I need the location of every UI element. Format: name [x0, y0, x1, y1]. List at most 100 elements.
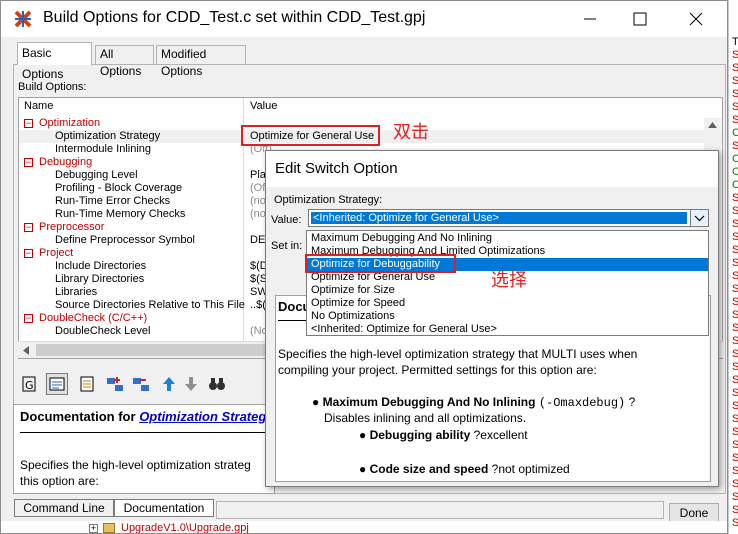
toolbar: G — [18, 371, 268, 397]
expand-box[interactable]: + — [89, 524, 98, 533]
documentation-panel: Documentation for Optimization Strateg S… — [13, 404, 275, 494]
maximize-icon[interactable] — [628, 7, 652, 31]
close-icon[interactable] — [684, 7, 708, 31]
tree-option-value[interactable]: ..$( — [250, 299, 266, 312]
minimize-icon[interactable] — [578, 7, 602, 31]
move-up-button[interactable] — [158, 373, 180, 395]
add-option-button[interactable] — [104, 373, 126, 395]
background-row-char: S — [732, 335, 738, 348]
background-project-strip: + UpgradeV1.0\Upgrade.gpj — [1, 521, 727, 533]
background-row-char: S — [732, 101, 738, 114]
doc-divider — [20, 432, 274, 433]
background-row-char: S — [732, 205, 738, 218]
tab-all-options[interactable]: All Options — [95, 45, 154, 78]
tree-toggle-icon: G — [22, 376, 36, 392]
bullet-max-debug-desc: Disables inlining and all optimizations. — [324, 411, 527, 425]
background-row-char: S — [732, 88, 738, 101]
tab-documentation[interactable]: Documentation — [114, 499, 214, 517]
background-row-char: S — [732, 257, 738, 270]
tree-category-label: Optimization — [39, 117, 101, 129]
find-button[interactable] — [206, 373, 228, 395]
project-file-label[interactable]: UpgradeV1.0\Upgrade.gpj — [121, 522, 249, 533]
sub-debugging-ability-label: Debugging ability — [369, 428, 471, 442]
tab-basic-options[interactable]: Basic Options — [17, 42, 92, 81]
bullet-max-debug-title: Maximum Debugging And No Inlining — [322, 395, 536, 409]
background-row-char: S — [732, 465, 738, 478]
column-header-value[interactable]: Value — [250, 100, 277, 112]
bullet-max-debug-flag: (-Omaxdebug) — [538, 396, 626, 410]
annotation-box-option — [305, 254, 456, 273]
remove-option-button[interactable] — [130, 373, 152, 395]
background-row-char: S — [732, 348, 738, 361]
tree-option-label: Library Directories — [55, 273, 145, 285]
dropdown-option[interactable]: Maximum Debugging And No Inlining — [307, 232, 708, 245]
scroll-left-icon[interactable] — [23, 346, 29, 355]
tree-option-value[interactable]: (no — [250, 208, 266, 221]
title-bar[interactable]: Build Options for CDD_Test.c set within … — [1, 1, 727, 37]
doc-heading-text: Documentation for — [20, 409, 136, 424]
background-row-char: C — [732, 127, 738, 140]
collapse-icon[interactable]: − — [24, 314, 33, 323]
annotation-select: 选择 — [491, 270, 527, 291]
background-row-char: S — [732, 309, 738, 322]
move-down-button[interactable] — [180, 373, 202, 395]
background-row-char: C — [732, 166, 738, 179]
scroll-up-icon[interactable] — [708, 122, 717, 128]
tree-option-label: Include Directories — [55, 260, 147, 272]
tab-modified-options[interactable]: Modified Options — [156, 45, 246, 78]
horizontal-scroll-thumb[interactable] — [36, 344, 266, 356]
combobox-dropdown-button[interactable] — [690, 210, 708, 226]
edit-option-button[interactable] — [76, 373, 98, 395]
bullet-max-debug-mark: ? — [628, 395, 636, 409]
doc-line-2: this option are: — [20, 474, 99, 488]
value-combobox[interactable]: <Inherited: Optimize for General Use> — [308, 209, 709, 227]
background-row-char: S — [732, 218, 738, 231]
background-row-char: S — [732, 374, 738, 387]
collapse-icon[interactable]: − — [24, 158, 33, 167]
collapse-icon[interactable]: − — [24, 249, 33, 258]
tree-option-value[interactable]: DE — [250, 234, 265, 247]
background-row-char: S — [732, 413, 738, 426]
tree-option-label: Intermodule Inlining — [55, 143, 152, 155]
arrow-up-icon — [163, 377, 175, 391]
tree-option-value[interactable]: Pla — [250, 169, 266, 182]
background-row-char: S — [732, 387, 738, 400]
tree-option-label: Optimization Strategy — [55, 130, 161, 142]
dialog-doc-scrollbar[interactable] — [709, 296, 710, 481]
doc-heading: Documentation for Optimization Strateg — [20, 409, 266, 424]
collapse-icon[interactable]: − — [24, 119, 33, 128]
background-row-char: S — [732, 114, 738, 127]
background-row-char: S — [732, 296, 738, 309]
annotation-box-value — [241, 125, 380, 146]
sub-debugging-ability: ● Debugging ability ?excellent — [359, 428, 528, 442]
background-row-char: S — [732, 75, 738, 88]
dropdown-option[interactable]: <Inherited: Optimize for General Use> — [307, 323, 708, 335]
toggle-docs-button[interactable] — [46, 373, 68, 395]
arrow-down-icon — [185, 377, 197, 391]
doc-option-link[interactable]: Optimization Strateg — [139, 409, 266, 424]
dropdown-option[interactable]: No Optimizations — [307, 310, 708, 323]
add-option-icon — [107, 377, 123, 391]
set-in-label: Set in: — [271, 240, 303, 252]
collapse-icon[interactable]: − — [24, 223, 33, 232]
tab-command-line[interactable]: Command Line — [14, 499, 114, 517]
toggle-tree-button[interactable]: G — [18, 373, 40, 395]
tree-option-label: Profiling - Block Coverage — [55, 182, 183, 194]
background-row-char: C — [732, 179, 738, 192]
done-button[interactable]: Done — [669, 503, 719, 523]
tree-option-value[interactable]: (no — [250, 195, 266, 208]
multi-app-icon — [14, 10, 32, 28]
background-row-char: S — [732, 491, 738, 504]
tree-category-label: Project — [39, 247, 74, 259]
background-row-char: T — [732, 36, 738, 49]
dropdown-option[interactable]: Optimize for Speed — [307, 297, 708, 310]
background-row-char: S — [732, 270, 738, 283]
background-row-char: S — [732, 283, 738, 296]
annotation-double-click: 双击 — [393, 122, 429, 143]
sub-code-size-speed-label: Code size and speed — [369, 462, 489, 476]
combobox-selected-value: <Inherited: Optimize for General Use> — [311, 212, 687, 224]
tree-option-label: Source Directories Relative to This File — [55, 299, 245, 311]
tree-category-label: Debugging — [39, 156, 93, 168]
background-row-char: S — [732, 517, 738, 530]
column-header-name[interactable]: Name — [24, 100, 53, 112]
